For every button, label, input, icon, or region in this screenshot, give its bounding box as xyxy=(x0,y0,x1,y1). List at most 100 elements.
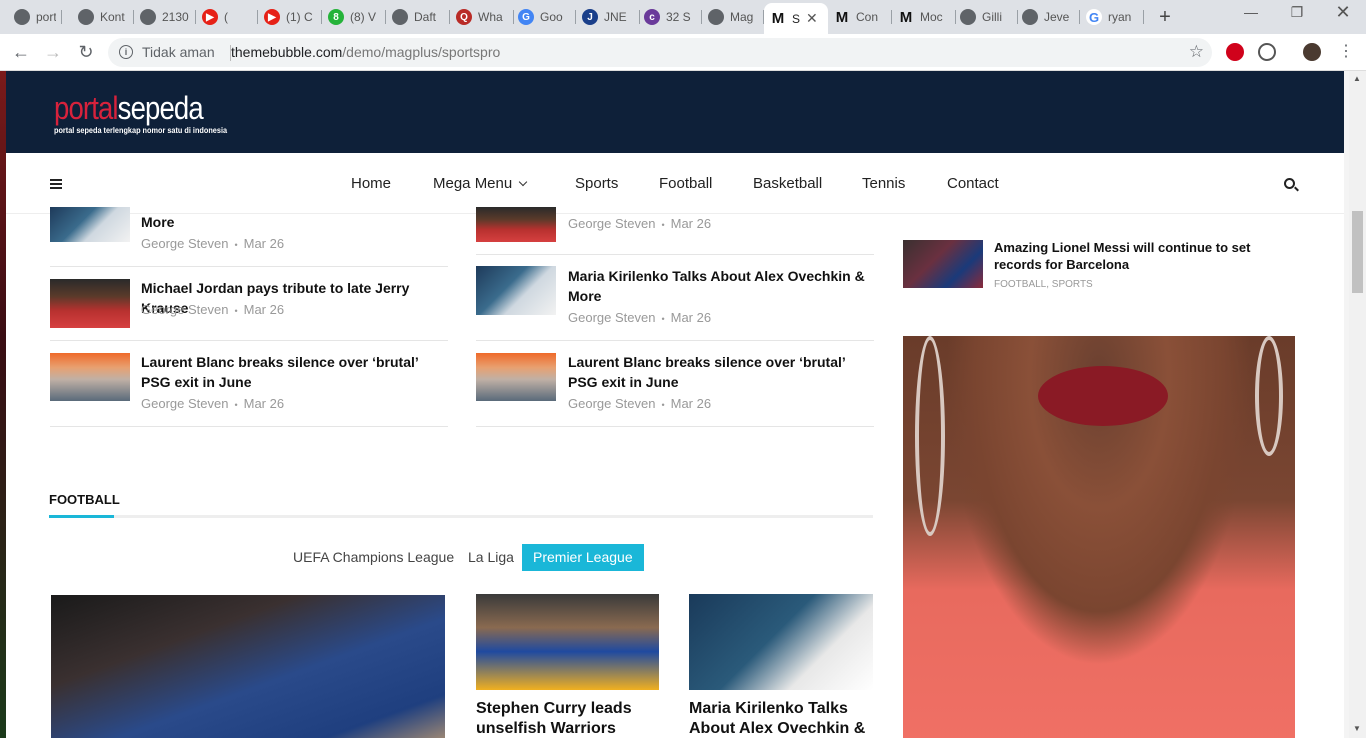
browser-tab[interactable]: Gilli xyxy=(954,3,1018,31)
search-icon[interactable] xyxy=(1284,178,1295,189)
article-author[interactable]: George Steven xyxy=(141,302,228,317)
sidebar-article-categories[interactable]: FOOTBALL, SPORTS xyxy=(994,279,1093,290)
browser-tab-strip: port Kont 2130 ▶(▶ (1) C 8 (8) V Daft Q Wha G Goo J J… xyxy=(0,0,1366,34)
article-meta: George Steven • Mar 26 xyxy=(568,310,711,325)
football-tab-la-liga[interactable]: La Liga xyxy=(468,549,514,565)
article-date: Mar 26 xyxy=(243,236,285,251)
nav-item-football[interactable]: Football xyxy=(659,175,712,192)
browser-tab[interactable]: 2130 xyxy=(134,3,196,31)
browser-tab[interactable]: port xyxy=(8,3,62,31)
article-thumbnail[interactable] xyxy=(50,353,130,401)
scroll-down-arrow-icon[interactable]: ▼ xyxy=(1353,724,1361,733)
browser-tab[interactable]: ▶( xyxy=(196,3,258,31)
hamburger-menu-icon[interactable] xyxy=(50,179,62,189)
profile-avatar[interactable] xyxy=(1303,43,1321,61)
browser-tab[interactable]: c 32 S xyxy=(638,3,702,31)
article-title[interactable]: More xyxy=(141,212,451,232)
back-button[interactable]: ← xyxy=(10,42,32,63)
browser-tab[interactable]: M Moc xyxy=(892,3,956,31)
nav-label: Contact xyxy=(947,175,999,192)
nav-label: Home xyxy=(351,175,392,192)
bookmark-star-icon[interactable]: ☆ xyxy=(1189,42,1204,62)
card-image-kirilenko[interactable] xyxy=(689,594,873,690)
section-underline-accent xyxy=(49,515,114,518)
sidebar-article-title[interactable]: Amazing Lionel Messi will continue to se… xyxy=(994,239,1294,273)
article-thumbnail[interactable] xyxy=(476,266,556,315)
featured-article-image[interactable] xyxy=(51,595,445,738)
sidebar-article-thumbnail[interactable] xyxy=(903,240,983,288)
scroll-up-arrow-icon[interactable]: ▲ xyxy=(1353,74,1361,83)
browser-tab[interactable]: Gryan xyxy=(1080,3,1144,31)
nav-item-tennis[interactable]: Tennis xyxy=(862,175,905,192)
tab-title: Mag xyxy=(730,10,754,24)
security-label: Tidak aman xyxy=(142,44,215,60)
nav-item-mega-menu[interactable]: Mega Menu xyxy=(433,175,528,192)
article-date: Mar 26 xyxy=(670,310,712,325)
nav-label: Mega Menu xyxy=(433,175,513,192)
article-title[interactable]: Maria Kirilenko Talks About Alex Ovechki… xyxy=(568,266,878,306)
football-tab-premier-league[interactable]: Premier League xyxy=(522,544,644,571)
adblock-extension-icon[interactable] xyxy=(1226,43,1244,61)
chevron-down-icon xyxy=(518,177,528,187)
scrollbar-thumb[interactable] xyxy=(1352,211,1363,293)
article-thumbnail[interactable] xyxy=(476,207,556,242)
omnibox[interactable]: i Tidak aman themebubble.com/demo/magplu… xyxy=(108,38,1212,67)
football-tab-uefa-champions-league[interactable]: UEFA Champions League xyxy=(293,549,454,565)
article-thumbnail[interactable] xyxy=(50,207,130,242)
tab-title: Con xyxy=(856,10,879,24)
article-title[interactable]: Laurent Blanc breaks silence over ‘bruta… xyxy=(568,352,878,392)
article-date: Mar 26 xyxy=(670,216,712,231)
tab-title: 2130 xyxy=(162,10,189,24)
url-path: /demo/magplus/sportspro xyxy=(342,44,501,60)
browser-tab[interactable]: ▶ (1) C xyxy=(258,3,322,31)
article-author[interactable]: George Steven xyxy=(568,310,655,325)
article-divider xyxy=(476,426,874,427)
nav-item-home[interactable]: Home xyxy=(351,175,391,192)
article-divider xyxy=(50,266,448,267)
nav-item-basketball[interactable]: Basketball xyxy=(753,175,822,192)
article-title[interactable]: Laurent Blanc breaks silence over ‘bruta… xyxy=(141,352,451,392)
article-author[interactable]: George Steven xyxy=(568,396,655,411)
browser-tab[interactable]: Q Wha xyxy=(450,3,514,31)
article-author[interactable]: George Steven xyxy=(141,236,228,251)
card-title[interactable]: Stephen Curry leads unselfish Warriors xyxy=(476,699,661,738)
address-bar: ← → ↻ i Tidak aman themebubble.com/demo/… xyxy=(0,34,1366,71)
meta-separator: • xyxy=(661,400,665,410)
close-window-button[interactable]: ✕ xyxy=(1328,2,1358,23)
article-thumbnail[interactable] xyxy=(50,279,130,328)
reload-button[interactable]: ↻ xyxy=(75,42,97,63)
nav-item-sports[interactable]: Sports xyxy=(575,175,618,192)
page-viewport: portalsepeda portal sepeda terlengkap no… xyxy=(0,71,1366,738)
close-tab-icon[interactable]: ✕ xyxy=(806,10,818,27)
logo-part-portal: portal xyxy=(54,90,119,126)
card-title[interactable]: Maria Kirilenko Talks About Alex Ovechki… xyxy=(689,699,874,738)
card-image-curry[interactable] xyxy=(476,594,659,690)
article-meta: George Steven • Mar 26 xyxy=(141,396,284,411)
article-author[interactable]: George Steven xyxy=(568,216,655,231)
browser-tab[interactable]: Mag xyxy=(702,3,764,31)
article-author[interactable]: George Steven xyxy=(141,396,228,411)
forward-button[interactable]: → xyxy=(42,42,64,63)
browser-tab[interactable]: J JNE xyxy=(576,3,640,31)
earring-left xyxy=(915,336,945,536)
article-thumbnail[interactable] xyxy=(476,353,556,401)
url-text[interactable]: themebubble.com/demo/magplus/sportspro xyxy=(231,44,500,60)
browser-tab[interactable]: G Goo xyxy=(512,3,576,31)
browser-tab[interactable]: M Con xyxy=(828,3,892,31)
new-tab-button[interactable]: + xyxy=(1154,6,1176,29)
browser-tab[interactable]: M S ✕ xyxy=(764,3,828,34)
browser-tab[interactable]: Daft xyxy=(386,3,450,31)
info-icon[interactable]: i xyxy=(119,45,133,59)
browser-tab[interactable]: Kont xyxy=(72,3,134,31)
minimize-button[interactable]: — xyxy=(1236,4,1266,20)
wordpress-extension-icon[interactable] xyxy=(1258,43,1276,61)
advertisement-image[interactable] xyxy=(903,336,1295,738)
page-scrollbar[interactable]: ▲ ▼ xyxy=(1349,71,1366,738)
menu-kebab-icon[interactable]: ⋮ xyxy=(1338,41,1354,61)
browser-tab[interactable]: 8 (8) V xyxy=(322,3,386,31)
site-logo[interactable]: portalsepeda xyxy=(54,90,204,126)
browser-tab[interactable]: Jeve xyxy=(1016,3,1080,31)
nav-item-contact[interactable]: Contact xyxy=(947,175,999,192)
coolor-icon: c xyxy=(644,9,660,25)
restore-button[interactable]: ❐ xyxy=(1282,4,1312,21)
